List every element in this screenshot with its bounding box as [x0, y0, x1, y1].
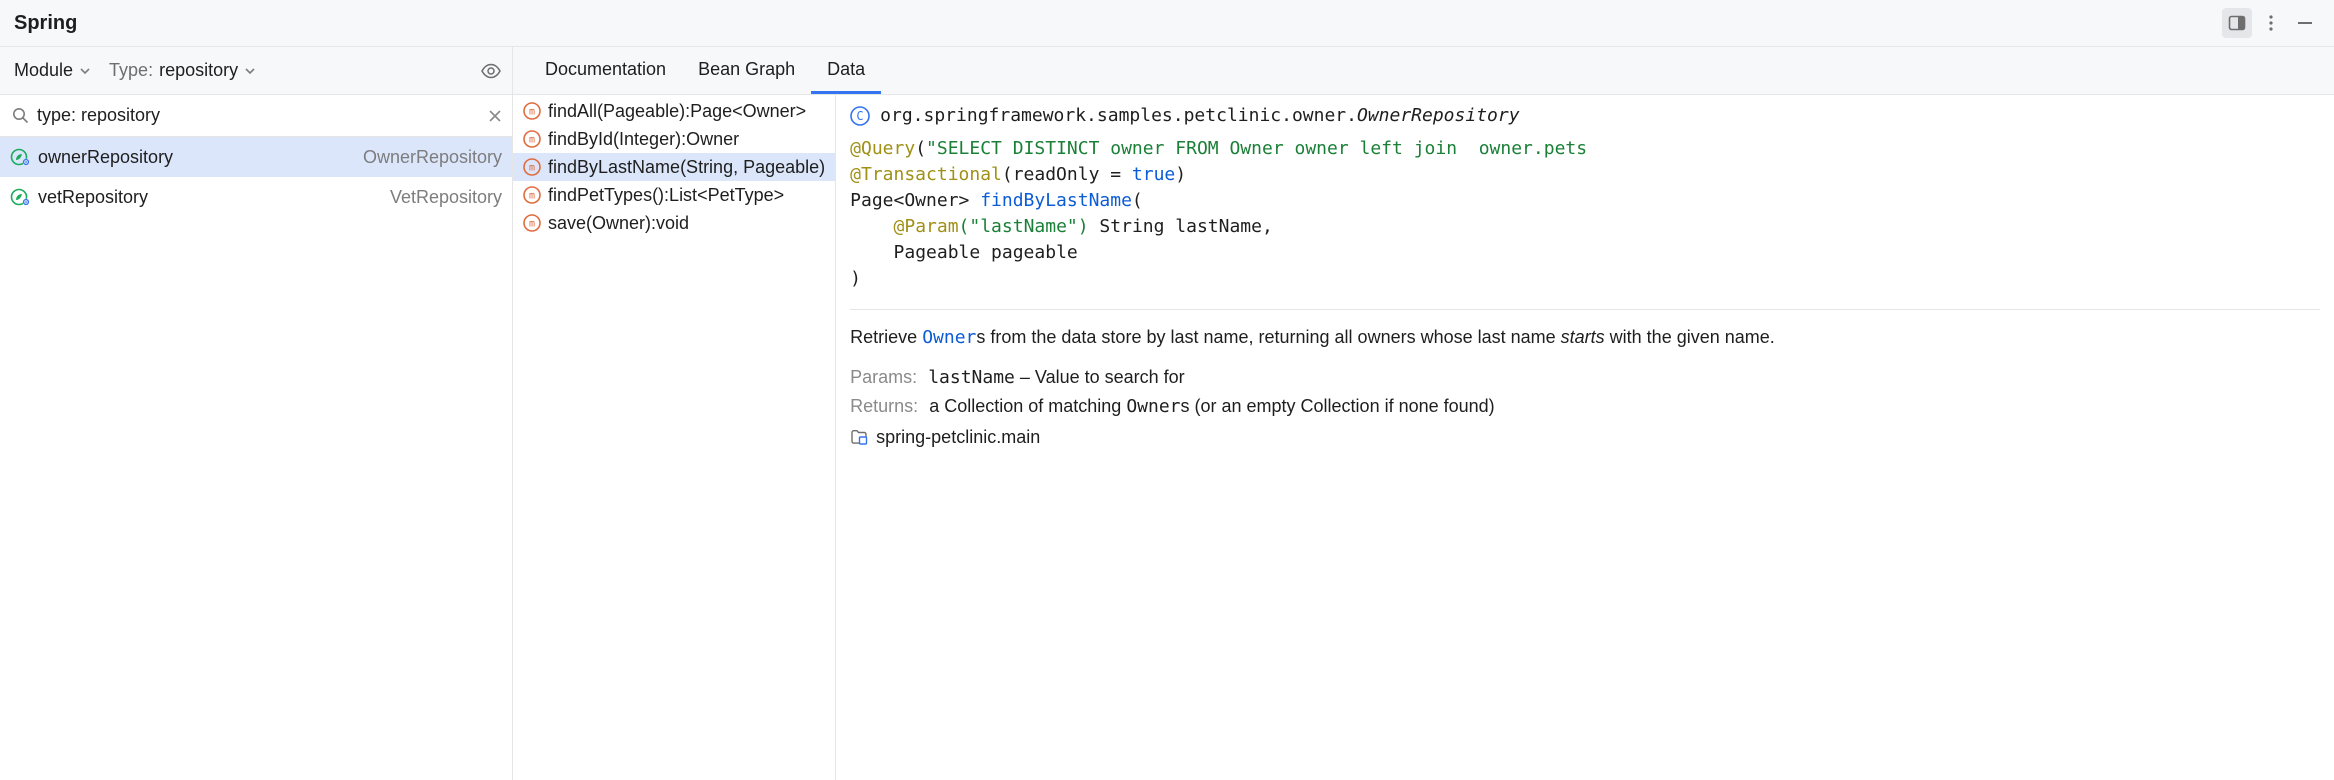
- svg-text:C: C: [857, 109, 864, 123]
- returns-row: Returns: a Collection of matching Owners…: [850, 396, 2320, 417]
- tab-bean-graph[interactable]: Bean Graph: [682, 47, 811, 94]
- close-icon: [488, 109, 502, 123]
- type-dropdown-value: repository: [159, 60, 238, 81]
- method-item[interactable]: m findAll(Pageable):Page<Owner>: [513, 97, 835, 125]
- titlebar: Spring: [0, 0, 2334, 47]
- svg-text:m: m: [529, 163, 535, 174]
- panel-layout-icon: [2227, 13, 2247, 33]
- options-button[interactable]: [2256, 8, 2286, 38]
- workspace: Module Type: repository: [0, 47, 2334, 780]
- bean-name: vetRepository: [38, 187, 390, 208]
- svg-text:m: m: [529, 219, 535, 230]
- class-icon: C: [850, 106, 870, 126]
- method-signature: findPetTypes():List<PetType>: [548, 185, 784, 206]
- method-icon: m: [523, 102, 541, 120]
- method-icon: m: [523, 158, 541, 176]
- method-item[interactable]: m findByLastName(String, Pageable): [513, 153, 835, 181]
- doc-content: C org.springframework.samples.petclinic.…: [836, 95, 2334, 462]
- search-bar: [0, 95, 512, 137]
- signature-block: @Query("SELECT DISTINCT owner FROM Owner…: [850, 136, 2320, 293]
- doc-pane: C org.springframework.samples.petclinic.…: [836, 95, 2334, 780]
- svg-text:m: m: [529, 107, 535, 118]
- bean-type: VetRepository: [390, 187, 502, 208]
- kebab-icon: [2262, 14, 2280, 32]
- tabs-row: DocumentationBean GraphData: [513, 47, 2334, 95]
- params-row: Params: lastName – Value to search for: [850, 367, 2320, 388]
- module-name: spring-petclinic.main: [876, 427, 1040, 448]
- chevron-down-icon: [79, 65, 91, 77]
- chevron-down-icon: [244, 65, 256, 77]
- bean-icon: [10, 147, 30, 167]
- module-icon: [850, 428, 868, 446]
- clear-search-button[interactable]: [488, 109, 502, 123]
- method-signature: save(Owner):void: [548, 213, 689, 234]
- type-dropdown[interactable]: Type: repository: [109, 60, 256, 81]
- bean-item-vetRepository[interactable]: vetRepositoryVetRepository: [0, 177, 512, 217]
- method-signature: findAll(Pageable):Page<Owner>: [548, 101, 806, 122]
- tool-window-title: Spring: [14, 12, 77, 35]
- method-signature: findByLastName(String, Pageable): [548, 157, 825, 178]
- params-label: Params:: [850, 367, 917, 387]
- left-pane: Module Type: repository: [0, 47, 513, 780]
- minimize-icon: [2296, 14, 2314, 32]
- svg-text:m: m: [529, 135, 535, 146]
- type-dropdown-label: Type:: [109, 60, 153, 81]
- module-dropdown-label: Module: [14, 60, 73, 81]
- module-dropdown[interactable]: Module: [14, 60, 91, 81]
- owner-type-link[interactable]: Owner: [922, 327, 976, 348]
- param-name: lastName: [928, 367, 1015, 388]
- minimize-button[interactable]: [2290, 8, 2320, 38]
- method-icon: m: [523, 214, 541, 232]
- method-signature: findById(Integer):Owner: [548, 129, 739, 150]
- eye-icon: [480, 60, 502, 82]
- svg-text:m: m: [529, 191, 535, 202]
- show-as-toggle[interactable]: [480, 60, 502, 82]
- class-name: OwnerRepository: [1357, 105, 1520, 126]
- detail-pane: DocumentationBean GraphData m findAll(Pag…: [513, 47, 2334, 780]
- package-name: org.springframework.samples.petclinic.ow…: [880, 105, 1357, 126]
- method-list: m findAll(Pageable):Page<Owner> m findById(…: [513, 95, 836, 780]
- method-item[interactable]: m findPetTypes():List<PetType>: [513, 181, 835, 209]
- search-icon: [12, 107, 29, 124]
- method-item[interactable]: m save(Owner):void: [513, 209, 835, 237]
- bean-item-ownerRepository[interactable]: ownerRepositoryOwnerRepository: [0, 137, 512, 177]
- module-row: spring-petclinic.main: [850, 427, 2320, 448]
- method-item[interactable]: m findById(Integer):Owner: [513, 125, 835, 153]
- tab-documentation[interactable]: Documentation: [529, 47, 682, 94]
- method-icon: m: [523, 186, 541, 204]
- panel-layout-button[interactable]: [2222, 8, 2252, 38]
- bean-list: ownerRepositoryOwnerRepositoryvetReposit…: [0, 137, 512, 780]
- returns-label: Returns:: [850, 396, 918, 416]
- bean-type: OwnerRepository: [363, 147, 502, 168]
- tab-data[interactable]: Data: [811, 47, 881, 94]
- owner-type-link[interactable]: Owner: [1126, 396, 1180, 417]
- bean-name: ownerRepository: [38, 147, 363, 168]
- description: Retrieve Owners from the data store by l…: [850, 324, 2320, 351]
- qualified-name: org.springframework.samples.petclinic.ow…: [880, 105, 1519, 126]
- filter-row: Module Type: repository: [0, 47, 512, 95]
- method-icon: m: [523, 130, 541, 148]
- bean-icon: [10, 187, 30, 207]
- search-input[interactable]: [37, 105, 488, 126]
